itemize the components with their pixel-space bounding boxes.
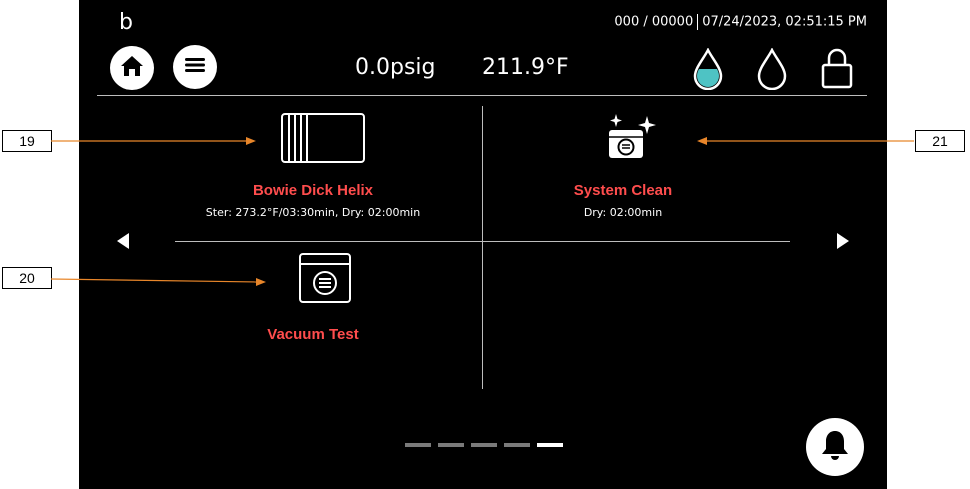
callout-arrow-19	[51, 137, 256, 145]
callout-arrow-21	[697, 137, 914, 145]
callout-arrows	[50, 137, 914, 286]
callout-arrow-20	[50, 278, 266, 286]
